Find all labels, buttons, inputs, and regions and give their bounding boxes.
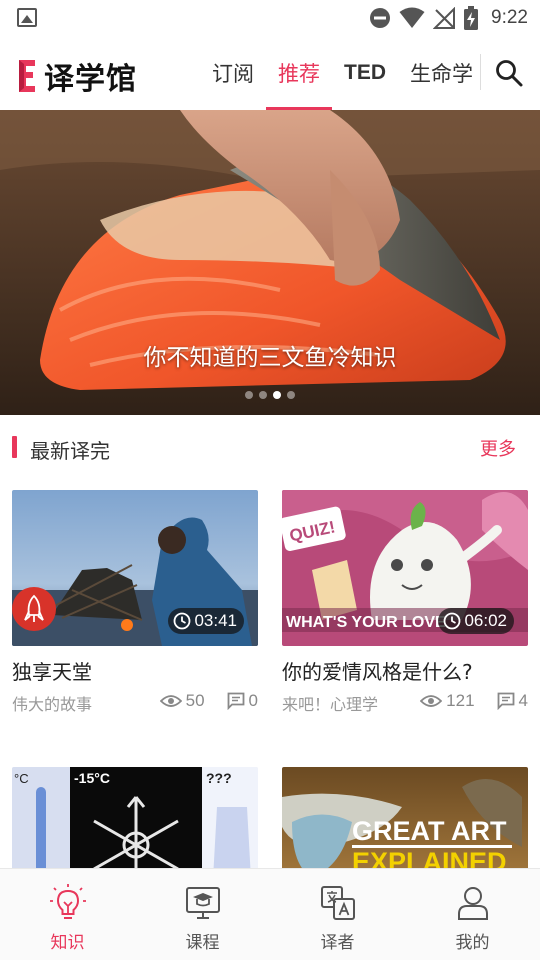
comment-icon	[497, 692, 514, 710]
no-signal-icon	[433, 7, 456, 29]
top-nav: 译学馆 订阅 推荐 TED 生命学	[0, 36, 540, 110]
app-logo[interactable]: 译学馆	[16, 54, 137, 98]
battery-charging-icon	[464, 6, 479, 30]
lightbulb-icon	[49, 884, 86, 919]
bottom-nav-knowledge[interactable]: 知识	[0, 869, 135, 960]
person-icon	[457, 887, 488, 920]
video-title[interactable]: 独享天堂	[12, 656, 258, 685]
logo-text: 译学馆	[44, 62, 137, 97]
bottom-nav-label: 课程	[185, 933, 220, 953]
clock: 9:22	[491, 7, 528, 28]
duration-text: 06:02	[464, 611, 507, 630]
latest-section-header: 最新译完 更多	[0, 425, 540, 471]
bottom-nav-courses[interactable]: 课程	[135, 869, 270, 960]
do-not-disturb-icon	[370, 8, 391, 28]
video-thumbnail[interactable]: 03:41	[12, 490, 258, 646]
video-title[interactable]: 你的爱情风格是什么?	[282, 656, 528, 685]
eye-icon	[159, 695, 182, 707]
view-count: 50	[185, 691, 205, 710]
svg-text:???: ???	[206, 770, 232, 786]
section-accent-bar	[12, 436, 17, 458]
svg-text:GREAT ART: GREAT ART	[352, 816, 507, 846]
comment-count: 4	[518, 691, 528, 710]
video-source[interactable]: 来吧！心理学	[282, 691, 378, 715]
video-card[interactable]: QUIZ! WHAT'S YOUR LOVE 06:02 你的爱情风格是什么? …	[282, 490, 528, 715]
status-bar: 9:22	[0, 0, 540, 36]
video-meta: 伟大的故事 50 0	[12, 691, 258, 715]
hero-banner[interactable]: 你不知道的三文鱼冷知识	[0, 110, 540, 415]
duration-badge: 06:02	[438, 608, 514, 634]
bottom-nav-translators[interactable]: 译者	[270, 869, 405, 960]
duration-text: 03:41	[194, 611, 237, 630]
bottom-nav-mine[interactable]: 我的	[405, 869, 540, 960]
section-title: 最新译完	[30, 439, 110, 463]
svg-text:°C: °C	[14, 771, 29, 786]
carousel-dot[interactable]	[287, 391, 295, 399]
svg-text:WHAT'S YOUR LOVE: WHAT'S YOUR LOVE	[286, 614, 446, 631]
monitor-cap-icon	[185, 887, 220, 919]
banner-caption: 你不知道的三文鱼冷知识	[143, 345, 397, 371]
video-thumbnail[interactable]: QUIZ! WHAT'S YOUR LOVE 06:02	[282, 490, 528, 646]
more-link[interactable]: 更多	[480, 435, 516, 461]
carousel-dot[interactable]	[259, 391, 267, 399]
clock-icon	[444, 612, 461, 630]
bottom-nav-label: 译者	[320, 933, 355, 953]
carousel-dots	[0, 391, 540, 399]
wifi-icon	[399, 7, 425, 28]
eye-icon	[420, 695, 443, 707]
search-icon[interactable]	[494, 58, 524, 88]
svg-text:-15°C: -15°C	[74, 770, 110, 786]
tab-life-science[interactable]: 生命学	[398, 36, 482, 110]
image-notification-icon	[17, 8, 37, 27]
view-count: 121	[446, 691, 475, 710]
translate-icon	[320, 886, 355, 920]
bottom-nav-label: 我的	[455, 933, 490, 953]
duration-badge: 03:41	[168, 608, 244, 634]
carousel-dot-active[interactable]	[273, 391, 281, 399]
carousel-dot[interactable]	[245, 391, 253, 399]
logo-mark-icon	[19, 60, 35, 92]
bottom-nav-label: 知识	[50, 933, 85, 953]
comment-count: 0	[248, 691, 258, 710]
clock-icon	[174, 612, 191, 630]
bottom-nav: 知识 课程 译者 我的	[0, 868, 540, 960]
comment-icon	[227, 692, 244, 710]
video-source[interactable]: 伟大的故事	[12, 691, 92, 715]
tab-recommend[interactable]: 推荐	[266, 36, 332, 110]
tab-ted[interactable]: TED	[332, 36, 398, 110]
rocket-badge-icon	[12, 587, 56, 631]
tabs-divider	[480, 54, 481, 90]
category-tabs: 订阅 推荐 TED 生命学	[200, 36, 482, 110]
video-meta: 来吧！心理学 121 4	[282, 691, 528, 715]
video-card[interactable]: 03:41 独享天堂 伟大的故事 50 0	[12, 490, 258, 715]
tab-subscribe[interactable]: 订阅	[200, 36, 266, 110]
